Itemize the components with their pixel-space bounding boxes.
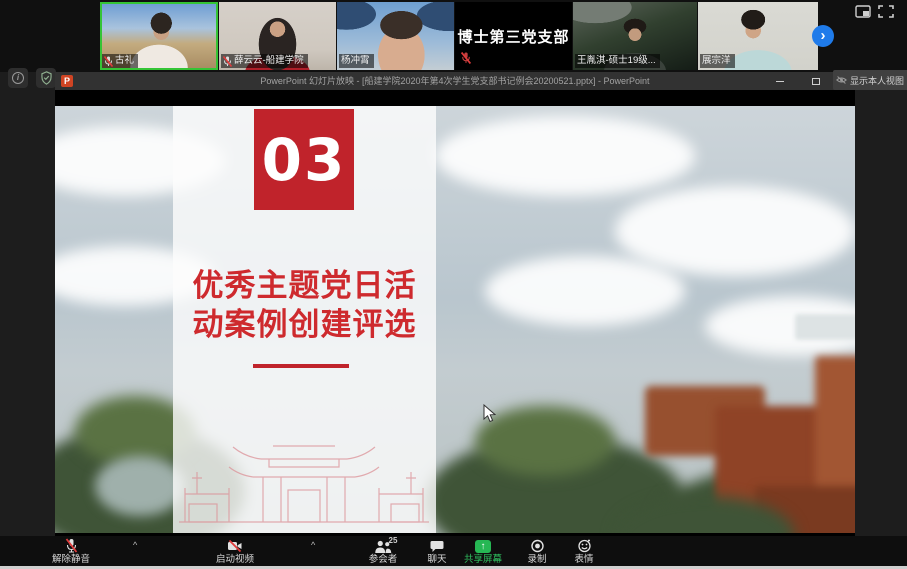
slide-title-line1: 优秀主题党日活 [173,266,436,305]
slide-title-line2: 动案例创建评选 [173,305,436,344]
powerpoint-app-icon: P [61,75,73,87]
mic-muted-icon [104,56,113,67]
share-screen-icon: ↑ [475,540,491,553]
cloud [615,186,855,276]
info-icon: i [12,72,24,84]
minimize-button [767,72,793,90]
share-screen-label: 共享屏幕 [464,554,502,565]
slide-title: 优秀主题党日活 动案例创建评选 [173,266,436,344]
chat-button[interactable]: 聊天 [427,538,446,565]
video-tile-participant-3[interactable]: 杨冲霄 [337,2,454,70]
maximize-icon [812,78,820,85]
shared-screen-powerpoint-window: P PowerPoint 幻灯片放映 - [船建学院2020年第4次学生党支部书… [55,72,855,536]
eye-off-icon [836,75,847,85]
slide-section-number: 03 [262,126,347,194]
remote-cursor [483,404,496,423]
participant-name: 古礼 [115,55,134,67]
gate-line-art [175,432,433,530]
video-tile-participant-2[interactable]: 薛云云-船建学院 [219,2,336,70]
video-strip: 古礼 薛云云-船建学院 杨冲霄 博士第三党支部 王胤淇-硕士19级... [0,0,907,72]
meeting-toolbar: 解除静音 ^ 启动视频 ^ 25 参会者 聊天 ↑ [0,536,907,566]
window-title: PowerPoint 幻灯片放映 - [船建学院2020年第4次学生党支部书记例… [55,72,855,90]
reactions-icon [577,539,591,553]
speaker-view-icon[interactable] [855,5,871,18]
shield-check-icon [40,71,53,85]
record-icon [530,539,544,553]
meeting-info-button[interactable]: i [8,68,28,88]
cloud [435,116,695,196]
self-view-label: 显示本人视图 [850,74,904,87]
water [95,456,185,516]
maximize-button [803,72,829,90]
powerpoint-title-bar: P PowerPoint 幻灯片放映 - [船建学院2020年第4次学生党支部书… [55,72,855,90]
mic-muted-icon [63,538,78,553]
participant-display-name: 博士第三党支部 [457,26,569,47]
trees [475,406,615,476]
zoom-meeting-window: 古礼 薛云云-船建学院 杨冲霄 博士第三党支部 王胤淇-硕士19级... [0,0,907,569]
participant-name: 杨冲霄 [341,55,370,67]
fullscreen-icon[interactable] [878,5,894,18]
participant-name-tag: 王胤淇-硕士19级... [575,54,660,68]
participant-name: 展宗洋 [702,55,731,67]
next-participants-button[interactable]: › [812,25,834,47]
participant-name: 薛云云-船建学院 [234,55,304,67]
cloud [485,256,685,326]
reactions-label: 表情 [574,554,593,565]
start-video-label: 启动视频 [216,554,254,565]
share-screen-button[interactable]: ↑ 共享屏幕 [464,538,502,565]
mic-muted-icon [223,56,232,67]
participants-button[interactable]: 25 参会者 [369,538,398,565]
video-tile-participant-1[interactable]: 古礼 [100,2,218,70]
video-tile-participant-6[interactable]: 展宗洋 [698,2,818,70]
participant-name-tag: 杨冲霄 [339,54,374,68]
chat-icon [429,540,444,553]
chat-label: 聊天 [427,554,446,565]
reactions-button[interactable]: 表情 [574,538,593,565]
distant-building [795,314,855,340]
video-options-chevron[interactable]: ^ [311,541,319,549]
show-self-view-button[interactable]: 显示本人视图 [833,70,907,90]
participant-name-tag: 展宗洋 [700,54,735,68]
mic-muted-icon [461,52,471,64]
record-button[interactable]: 录制 [527,538,546,565]
participant-name: 王胤淇-硕士19级... [577,55,656,67]
video-tile-participant-5[interactable]: 王胤淇-硕士19级... [573,2,697,70]
participant-name-tag: 薛云云-船建学院 [221,54,308,68]
slide-title-underline [253,364,349,368]
slide-content: 03 优秀主题党日活 动案例创建评选 [55,106,855,533]
participant-name-tag: 古礼 [102,54,138,68]
record-label: 录制 [527,554,546,565]
participants-label: 参会者 [369,554,398,565]
slide-section-number-box: 03 [254,109,354,210]
minimize-icon [776,81,784,82]
encryption-status-button[interactable] [36,68,56,88]
start-video-button[interactable]: 启动视频 [216,538,254,565]
audio-options-chevron[interactable]: ^ [133,541,141,549]
video-tile-participant-4-no-video[interactable]: 博士第三党支部 [455,2,572,70]
camera-muted-icon [227,539,243,553]
unmute-button[interactable]: 解除静音 [52,538,90,565]
chevron-right-icon: › [821,28,826,43]
unmute-label: 解除静音 [52,554,90,565]
participants-count-badge: 25 [388,536,397,545]
